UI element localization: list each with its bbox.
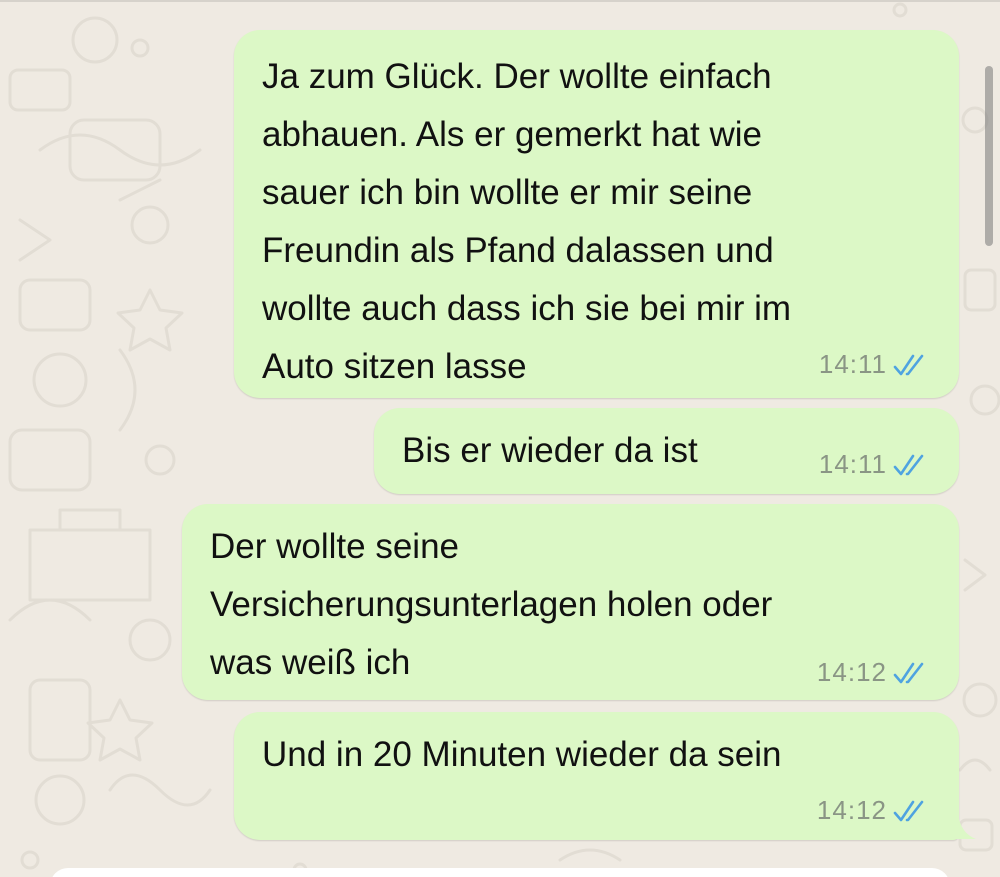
chat-message-list[interactable]: Ja zum Glück. Der wollte einfach abhauen…	[0, 0, 1000, 877]
message-meta: 14:12	[817, 795, 933, 826]
read-double-check-icon	[893, 454, 924, 475]
message-text: Und in 20 Minuten wieder da sein	[262, 735, 782, 774]
scrollbar-thumb[interactable]	[985, 66, 993, 246]
message-meta: 14:11	[819, 449, 933, 480]
read-double-check-icon	[893, 662, 924, 683]
message-text: Bis er wieder da ist	[402, 431, 698, 470]
message-meta: 14:11	[819, 349, 933, 380]
message-text: Der wollte seine Versicherungsunterlagen…	[210, 527, 773, 682]
message-timestamp: 14:11	[818, 449, 887, 479]
message-text: Ja zum Glück. Der wollte einfach abhauen…	[262, 57, 792, 386]
outgoing-message-bubble[interactable]: Bis er wieder da ist 14:11	[374, 408, 959, 494]
message-timestamp: 14:12	[816, 795, 887, 825]
top-divider	[0, 0, 1000, 2]
outgoing-message-bubble[interactable]: Der wollte seine Versicherungsunterlagen…	[182, 504, 959, 700]
message-meta: 14:12	[817, 657, 933, 688]
read-double-check-icon	[893, 800, 924, 821]
message-timestamp: 14:11	[818, 349, 887, 379]
bubble-tail	[950, 813, 976, 839]
outgoing-message-bubble[interactable]: Und in 20 Minuten wieder da sein 14:12	[234, 712, 959, 840]
outgoing-message-bubble[interactable]: Ja zum Glück. Der wollte einfach abhauen…	[234, 30, 959, 398]
message-timestamp: 14:12	[816, 657, 887, 687]
composer-bar-edge	[50, 868, 950, 877]
read-double-check-icon	[893, 354, 924, 375]
